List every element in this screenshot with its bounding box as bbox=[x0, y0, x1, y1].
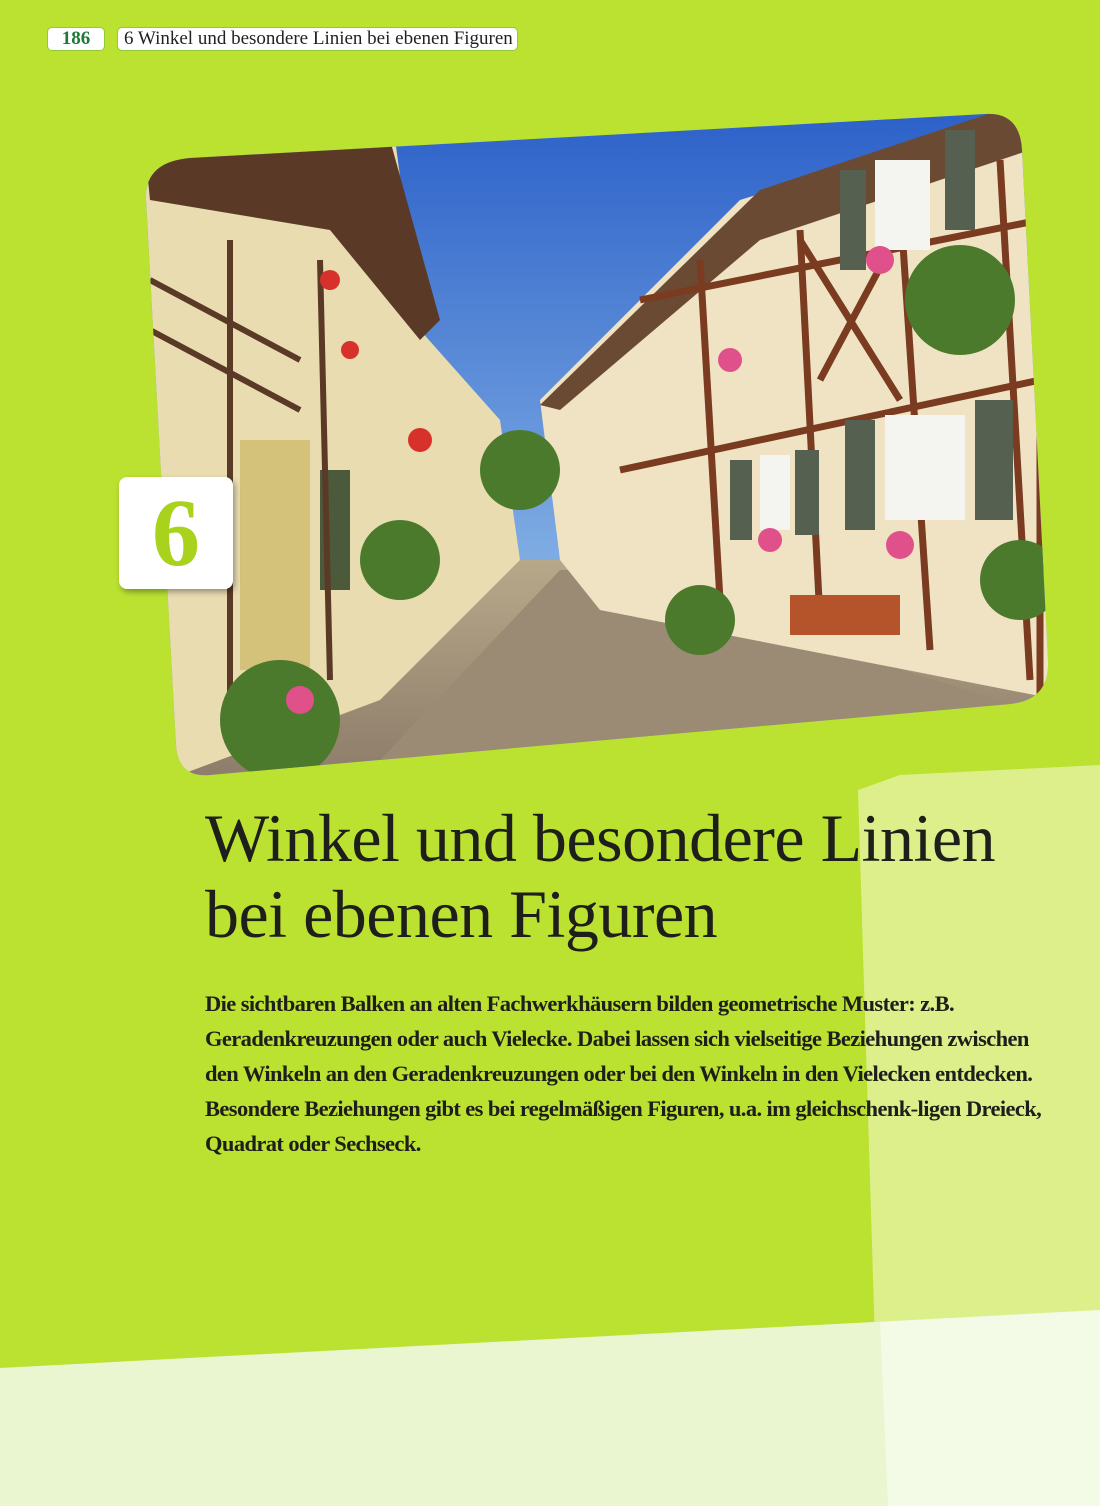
chapter-title-line2: bei ebenen Figuren bbox=[205, 876, 718, 952]
bottom-band-light bbox=[880, 1310, 1100, 1506]
page-background bbox=[0, 113, 1100, 1506]
intro-paragraph: Besondere Beziehungen gibt es bei regelm… bbox=[205, 1096, 1042, 1156]
chapter-title-line1: Winkel und besondere Linien bbox=[205, 800, 996, 876]
street-photo bbox=[145, 113, 1049, 776]
running-head: 6 Winkel und besondere Linien bei ebenen… bbox=[117, 27, 518, 51]
chapter-intro: Die sichtbaren Balken an alten Fachwerkh… bbox=[205, 986, 1055, 1161]
intro-paragraph: Die sichtbaren Balken an alten Fachwerkh… bbox=[205, 991, 1033, 1086]
chapter-number-badge: 6 bbox=[119, 477, 233, 589]
page-number: 186 bbox=[47, 27, 105, 51]
chapter-title: Winkel und besondere Linien bei ebenen F… bbox=[205, 800, 996, 952]
